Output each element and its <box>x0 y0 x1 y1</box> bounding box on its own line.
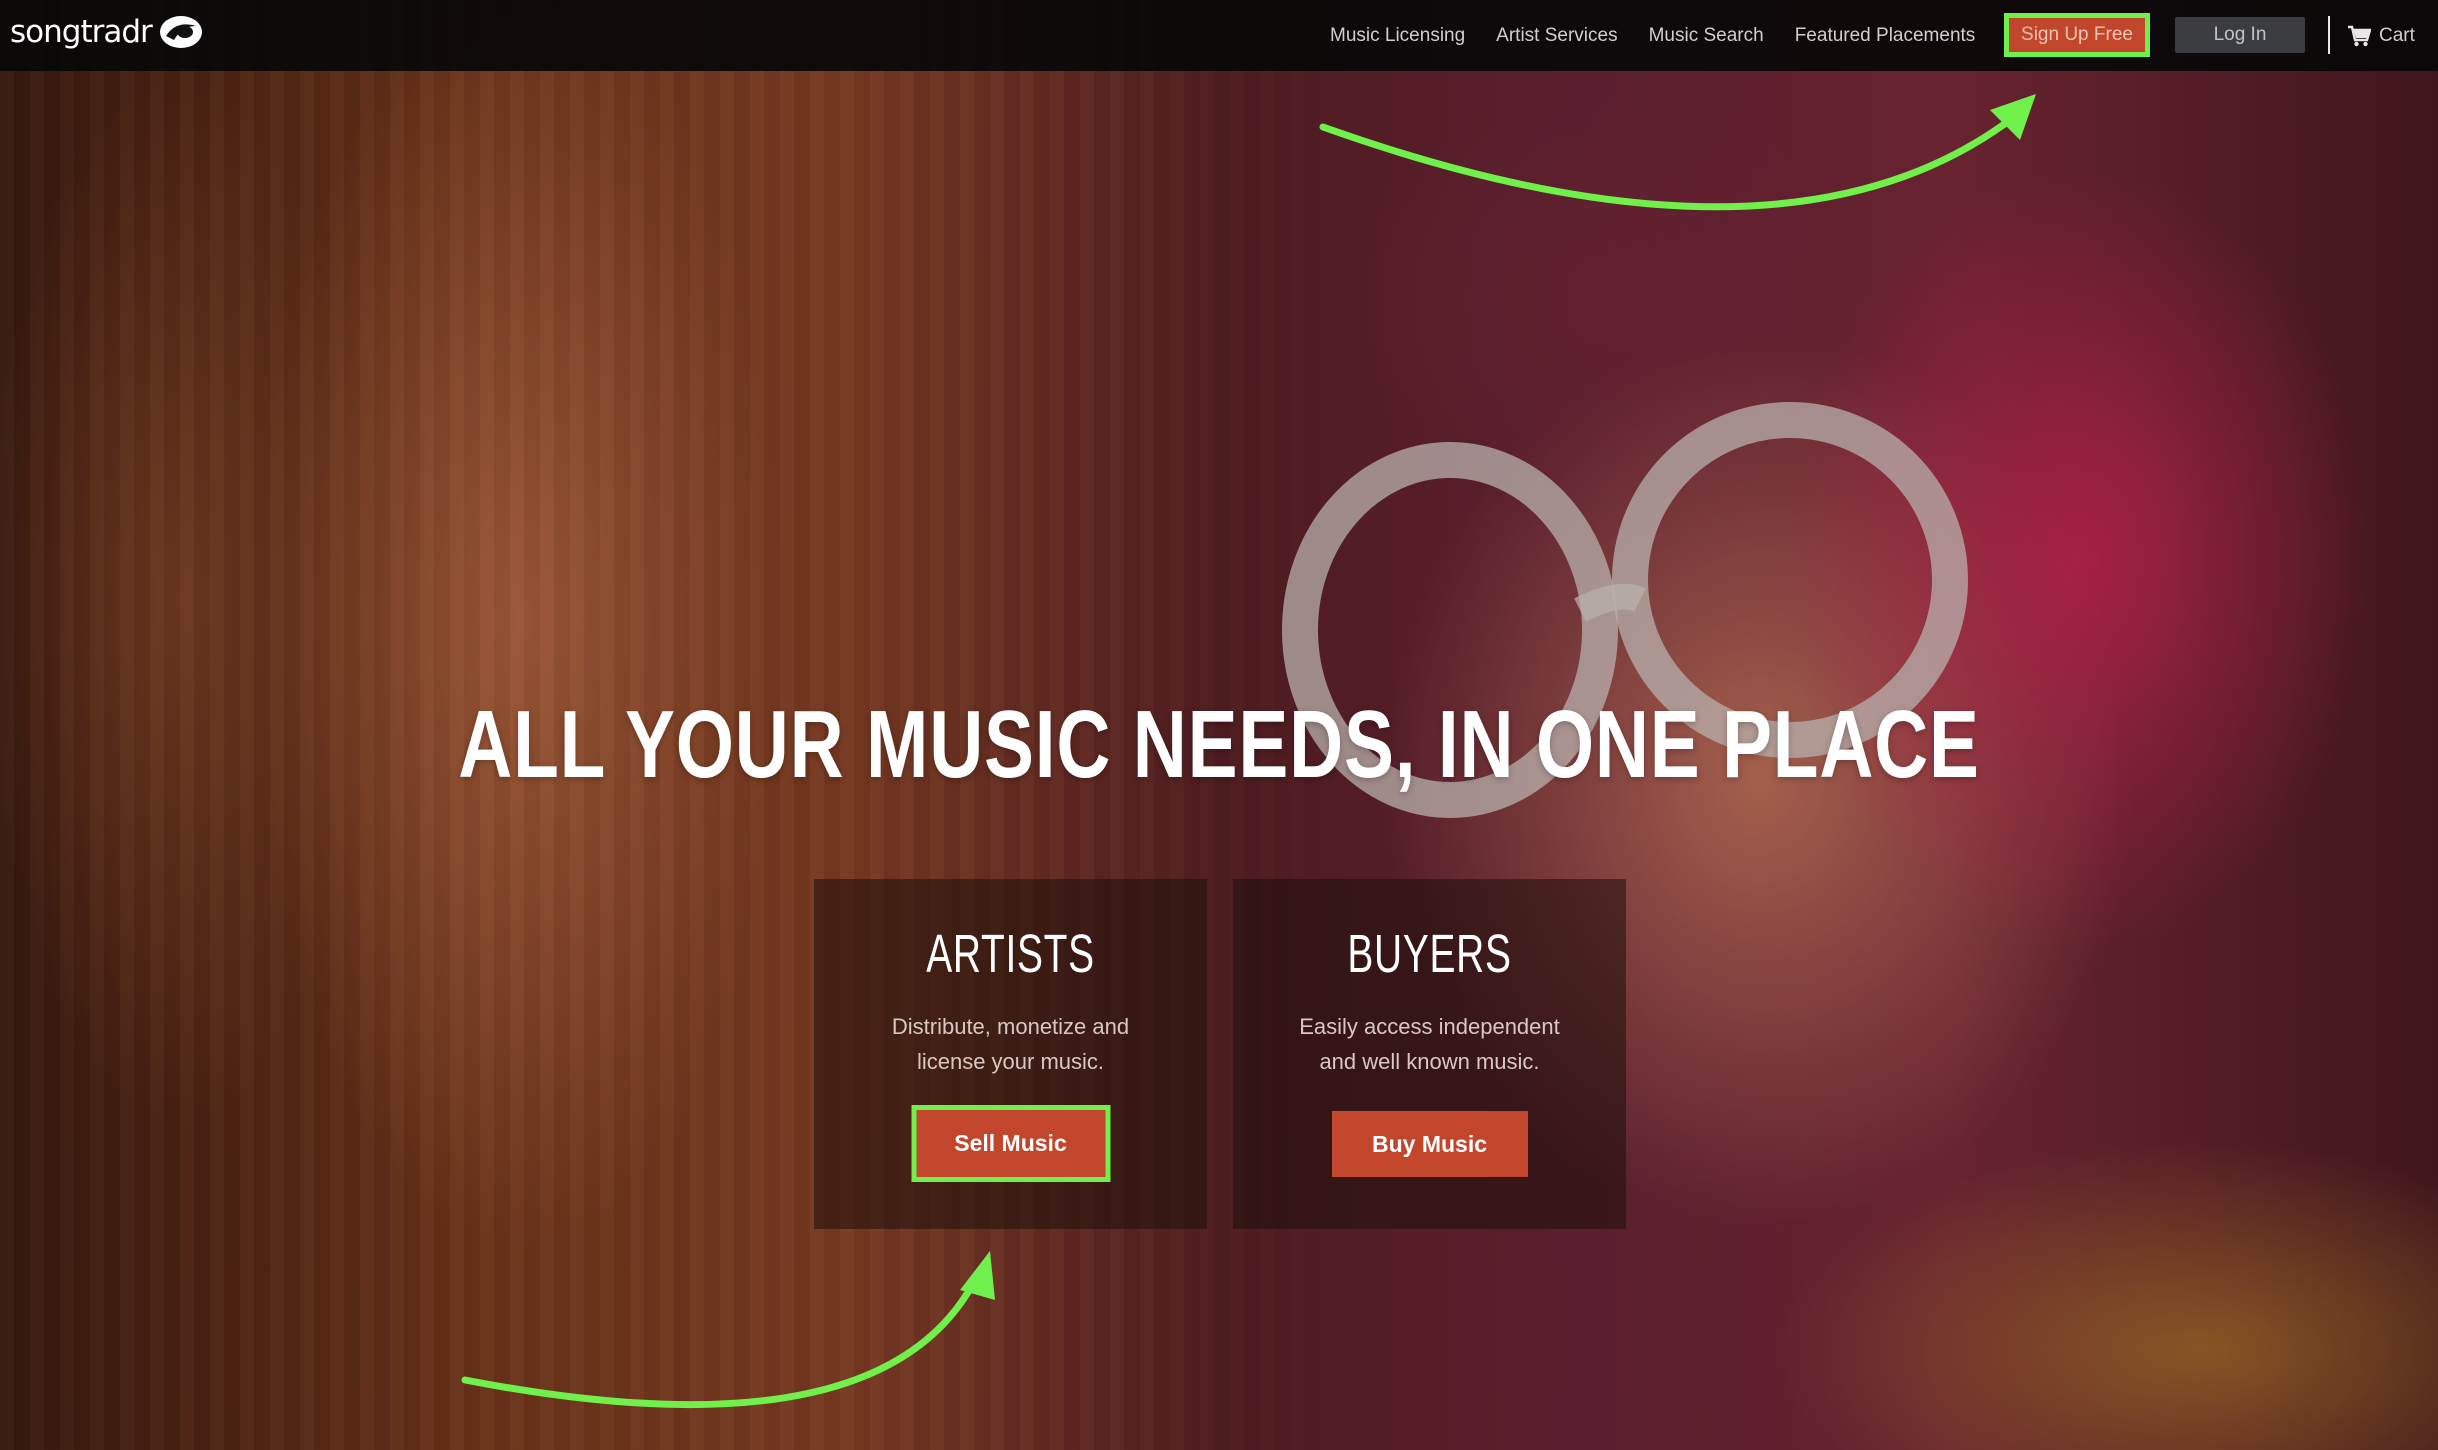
top-navbar: songtradr Music Licensing Artist Service… <box>0 0 2438 71</box>
artists-card-title: ARTISTS <box>926 924 1095 984</box>
artists-card-description: Distribute, monetize and license your mu… <box>891 1014 1130 1074</box>
cart-link[interactable]: Cart <box>2347 0 2415 71</box>
main-nav: Music Licensing Artist Services Music Se… <box>1330 0 2006 71</box>
buyers-card: BUYERS Easily access independent and wel… <box>1233 879 1626 1229</box>
cart-label: Cart <box>2379 24 2415 46</box>
nav-divider <box>2328 16 2330 54</box>
nav-music-licensing[interactable]: Music Licensing <box>1330 25 1465 47</box>
nav-featured-placements[interactable]: Featured Placements <box>1795 25 1976 47</box>
log-in-button[interactable]: Log In <box>2175 17 2305 53</box>
nav-music-search[interactable]: Music Search <box>1649 25 1764 47</box>
buyers-card-description: Easily access independent and well known… <box>1299 1014 1560 1074</box>
songtradr-logo[interactable]: songtradr <box>10 12 204 52</box>
buy-music-button[interactable]: Buy Music <box>1331 1111 1528 1177</box>
logo-mark-icon <box>159 16 202 48</box>
cart-icon <box>2348 25 2371 46</box>
logo-wordmark: songtradr <box>10 14 153 50</box>
nav-artist-services[interactable]: Artist Services <box>1496 25 1617 47</box>
artists-card: ARTISTS Distribute, monetize and license… <box>814 879 1207 1229</box>
sell-music-button[interactable]: Sell Music <box>911 1105 1110 1182</box>
sign-up-free-button[interactable]: Sign Up Free <box>2004 13 2150 57</box>
hero-title: ALL YOUR MUSIC NEEDS, IN ONE PLACE <box>458 691 1980 798</box>
buyers-card-title: BUYERS <box>1347 924 1512 984</box>
